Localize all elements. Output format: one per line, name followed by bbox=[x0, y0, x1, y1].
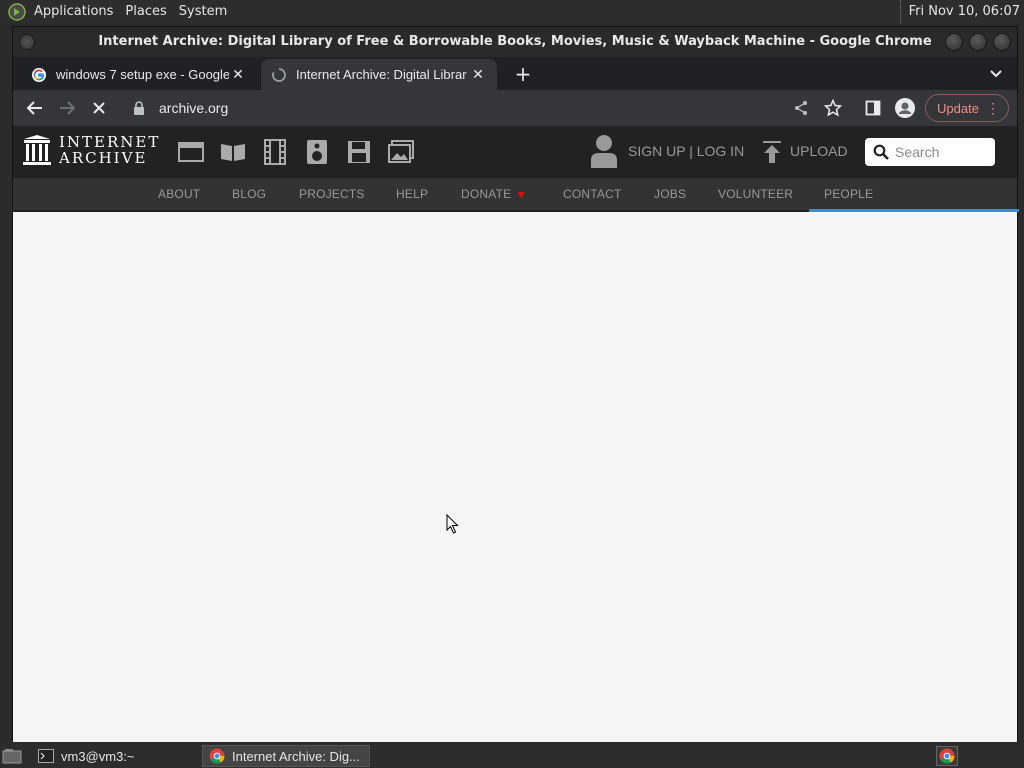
taskbar-chrome[interactable]: Internet Archive: Dig... bbox=[202, 745, 370, 767]
browser-toolbar: archive.org Update ⋮ bbox=[13, 90, 1017, 126]
window-titlebar[interactable]: Internet Archive: Digital Library of Fre… bbox=[13, 27, 1017, 57]
distro-logo-icon[interactable] bbox=[6, 1, 28, 23]
taskbar-chrome-label: Internet Archive: Dig... bbox=[232, 748, 360, 764]
profile-avatar-icon[interactable] bbox=[895, 98, 915, 118]
taskbar-terminal[interactable]: vm3@vm3:~ bbox=[32, 745, 141, 767]
show-desktop-icon bbox=[2, 749, 22, 764]
nav-volunteer[interactable]: VOLUNTEER bbox=[718, 178, 793, 210]
close-window-button[interactable] bbox=[993, 33, 1011, 51]
bottom-taskbar: vm3@vm3:~ Internet Archive: Dig... bbox=[0, 744, 1024, 768]
search-input[interactable]: Search bbox=[865, 138, 995, 166]
tab-internet-archive[interactable]: Internet Archive: Digital Librar ✕ bbox=[261, 59, 497, 90]
logo-line-2: ARCHIVE bbox=[59, 149, 148, 167]
nav-help[interactable]: HELP bbox=[396, 178, 428, 210]
tab-strip: windows 7 setup exe - Google ✕ Internet … bbox=[13, 57, 1017, 90]
loading-spinner-icon bbox=[271, 67, 287, 83]
top-panel: Applications Places System Fri Nov 10, 0… bbox=[0, 0, 1024, 24]
close-tab-icon[interactable]: ✕ bbox=[469, 66, 487, 83]
mouse-cursor-icon bbox=[446, 514, 459, 534]
web-icon[interactable] bbox=[177, 138, 205, 166]
upload-link[interactable]: UPLOAD bbox=[790, 143, 848, 159]
nav-blog[interactable]: BLOG bbox=[232, 178, 266, 210]
stop-loading-icon[interactable] bbox=[89, 98, 109, 118]
address-bar[interactable]: archive.org bbox=[125, 94, 845, 122]
software-floppy-icon[interactable] bbox=[345, 138, 373, 166]
new-tab-button[interactable]: + bbox=[511, 63, 535, 87]
url-text[interactable]: archive.org bbox=[159, 100, 228, 116]
logo-line-1: INTERNET bbox=[59, 133, 161, 151]
tab-google-search[interactable]: windows 7 setup exe - Google ✕ bbox=[21, 59, 257, 90]
show-desktop-button[interactable] bbox=[0, 745, 24, 767]
update-label: Update bbox=[937, 100, 979, 116]
nav-donate[interactable]: DONATE ♥ bbox=[461, 178, 525, 210]
bookmark-star-icon[interactable] bbox=[823, 98, 843, 118]
nav-projects[interactable]: PROJECTS bbox=[299, 178, 365, 210]
archive-building-icon bbox=[23, 135, 51, 165]
search-icon bbox=[873, 144, 889, 160]
terminal-icon bbox=[38, 748, 54, 764]
search-placeholder: Search bbox=[895, 144, 940, 160]
menu-applications[interactable]: Applications bbox=[28, 0, 119, 24]
side-panel-icon[interactable] bbox=[863, 98, 883, 118]
close-tab-icon[interactable]: ✕ bbox=[229, 66, 247, 83]
maximize-button[interactable] bbox=[969, 33, 987, 51]
window-title: Internet Archive: Digital Library of Fre… bbox=[98, 34, 932, 49]
taskbar-terminal-label: vm3@vm3:~ bbox=[61, 748, 135, 764]
update-button[interactable]: Update ⋮ bbox=[925, 94, 1009, 122]
images-icon[interactable] bbox=[387, 138, 415, 166]
minimize-button[interactable] bbox=[945, 33, 963, 51]
nav-contact[interactable]: CONTACT bbox=[563, 178, 622, 210]
nav-about[interactable]: ABOUT bbox=[158, 178, 200, 210]
texts-book-icon[interactable] bbox=[219, 138, 247, 166]
ia-header: INTERNET ARCHIVE SIGN UP | LOG IN UPLOAD… bbox=[13, 126, 1017, 178]
menu-places[interactable]: Places bbox=[119, 0, 172, 24]
kebab-menu-icon[interactable]: ⋮ bbox=[986, 101, 1000, 115]
nav-jobs[interactable]: JOBS bbox=[654, 178, 686, 210]
sign-up-log-in-link[interactable]: SIGN UP | LOG IN bbox=[628, 143, 744, 159]
audio-speaker-icon[interactable] bbox=[303, 138, 331, 166]
tab-search-chevron-icon[interactable] bbox=[987, 65, 1005, 83]
nav-donate-label: DONATE bbox=[461, 187, 512, 201]
ia-nav-bar: ABOUT BLOG PROJECTS HELP DONATE ♥ CONTAC… bbox=[13, 178, 1019, 212]
tray-chrome-icon[interactable] bbox=[936, 746, 958, 766]
share-icon[interactable] bbox=[791, 98, 811, 118]
nav-people[interactable]: PEOPLE bbox=[824, 178, 873, 210]
menu-system[interactable]: System bbox=[173, 0, 233, 24]
chrome-icon bbox=[209, 748, 225, 764]
browser-window: Internet Archive: Digital Library of Fre… bbox=[12, 26, 1019, 742]
heart-icon: ♥ bbox=[517, 189, 525, 201]
back-arrow-icon[interactable] bbox=[25, 98, 45, 118]
video-film-icon[interactable] bbox=[261, 138, 289, 166]
tab-title: windows 7 setup exe - Google bbox=[56, 67, 229, 82]
tab-title: Internet Archive: Digital Librar bbox=[296, 67, 467, 82]
page-content-area[interactable] bbox=[13, 212, 1017, 742]
lock-icon[interactable] bbox=[133, 101, 147, 115]
user-icon[interactable] bbox=[589, 134, 619, 168]
upload-icon[interactable] bbox=[761, 140, 783, 164]
google-g-icon bbox=[31, 67, 47, 83]
clock[interactable]: Fri Nov 10, 06:07 bbox=[899, 0, 1020, 24]
window-menu-button[interactable] bbox=[19, 34, 35, 50]
forward-arrow-icon[interactable] bbox=[57, 98, 77, 118]
ia-logo[interactable]: INTERNET ARCHIVE bbox=[23, 134, 160, 166]
